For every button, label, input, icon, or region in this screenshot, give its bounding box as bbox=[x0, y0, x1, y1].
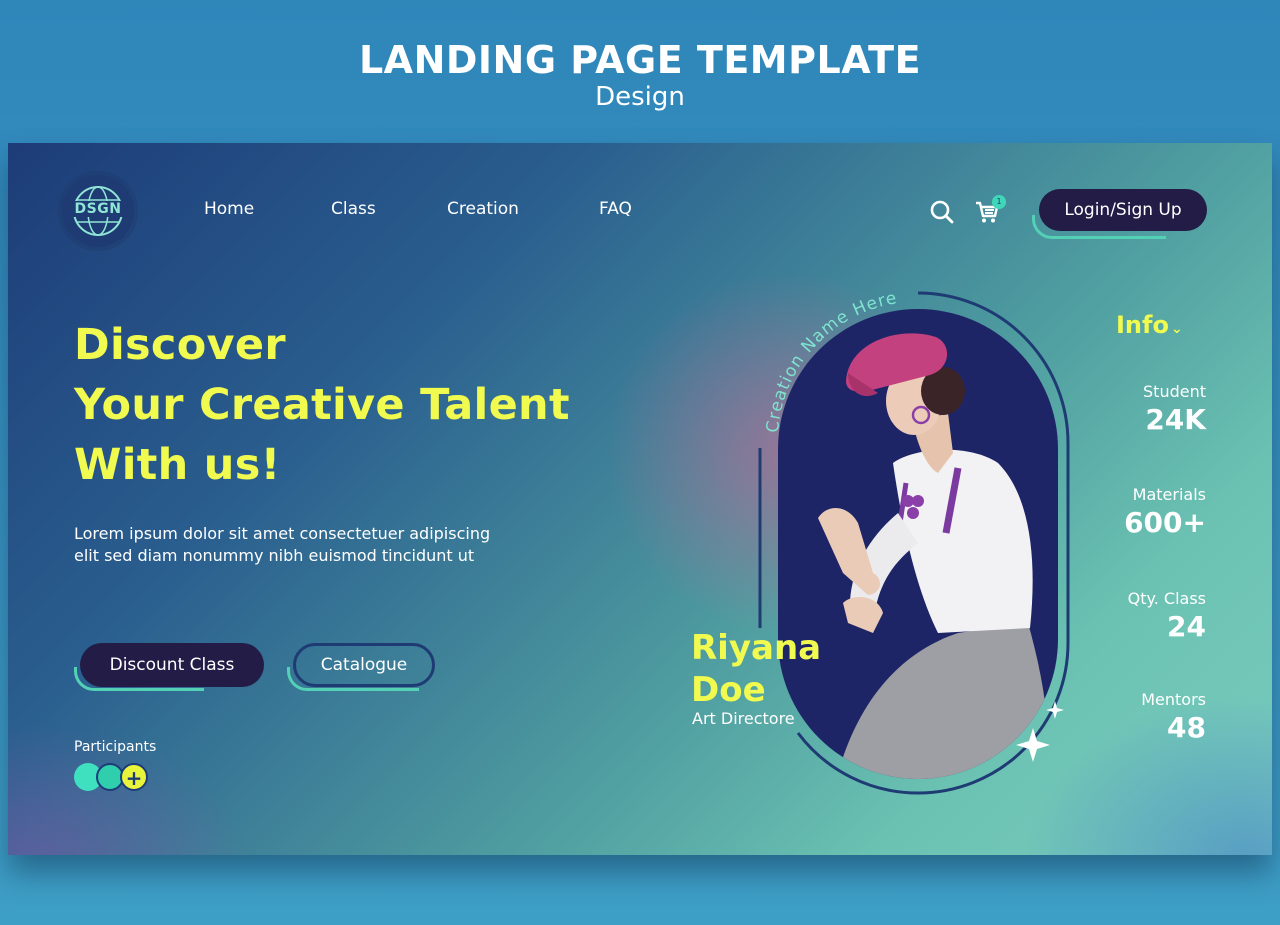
stat-label: Student bbox=[1143, 382, 1206, 401]
creator-first-name: Riyana bbox=[691, 628, 822, 668]
creator-name: Riyana Doe bbox=[691, 627, 821, 711]
stat-label: Qty. Class bbox=[1127, 589, 1206, 608]
nav-link-class[interactable]: Class bbox=[331, 199, 376, 219]
participants-label: Participants bbox=[74, 739, 157, 755]
page-title: LANDING PAGE TEMPLATE bbox=[358, 38, 922, 82]
nav-link-faq[interactable]: FAQ bbox=[599, 199, 632, 219]
info-heading: Info bbox=[1116, 311, 1169, 339]
creator-role: Art Directore bbox=[692, 709, 795, 728]
catalogue-button[interactable]: Catalogue bbox=[293, 643, 435, 687]
hero-title-line: Your Creative Talent bbox=[74, 380, 570, 430]
hero-title-line: With us! bbox=[74, 440, 281, 490]
stat-qty-class: Qty. Class 24 bbox=[1128, 588, 1206, 644]
stat-value: 24 bbox=[1167, 610, 1206, 643]
creator-portrait: Creation Name Here bbox=[758, 288, 1070, 795]
stat-value: 600+ bbox=[1124, 506, 1206, 539]
chevron-down-icon: ⌄ bbox=[1170, 321, 1183, 337]
cart-count-badge: 1 bbox=[992, 195, 1006, 209]
stat-value: 24K bbox=[1145, 403, 1206, 436]
stat-label: Mentors bbox=[1141, 690, 1206, 709]
info-dropdown[interactable]: Info ⌄ bbox=[1116, 311, 1183, 339]
page-heading: LANDING PAGE TEMPLATE Design bbox=[0, 38, 1280, 112]
stat-value: 48 bbox=[1167, 711, 1206, 744]
hero-title: Discover Your Creative Talent With us! bbox=[74, 315, 570, 495]
creator-last-name: Doe bbox=[691, 670, 766, 710]
stat-student: Student 24K bbox=[1143, 381, 1206, 437]
login-signup-button[interactable]: Login/Sign Up bbox=[1039, 189, 1207, 231]
nav-link-home[interactable]: Home bbox=[204, 199, 254, 219]
hero-description: Lorem ipsum dolor sit amet consectetuer … bbox=[74, 524, 491, 565]
hero-title-line: Discover bbox=[74, 320, 286, 370]
logo-text: DSGN bbox=[62, 201, 134, 217]
landing-page-mockup: DSGN Home Class Creation FAQ 1 Login/Sig… bbox=[8, 143, 1272, 855]
add-participant-button[interactable]: + bbox=[120, 763, 148, 791]
stat-label: Materials bbox=[1132, 485, 1206, 504]
featured-creator-card: Creation Name Here bbox=[668, 273, 1088, 813]
nav-link-creation[interactable]: Creation bbox=[447, 199, 519, 219]
stat-materials: Materials 600+ bbox=[1124, 484, 1206, 540]
search-icon[interactable] bbox=[929, 199, 955, 225]
discount-class-button[interactable]: Discount Class bbox=[80, 643, 264, 687]
page-subtitle: Design bbox=[595, 82, 685, 112]
stat-mentors: Mentors 48 bbox=[1141, 689, 1206, 745]
site-logo[interactable]: DSGN bbox=[62, 175, 134, 247]
